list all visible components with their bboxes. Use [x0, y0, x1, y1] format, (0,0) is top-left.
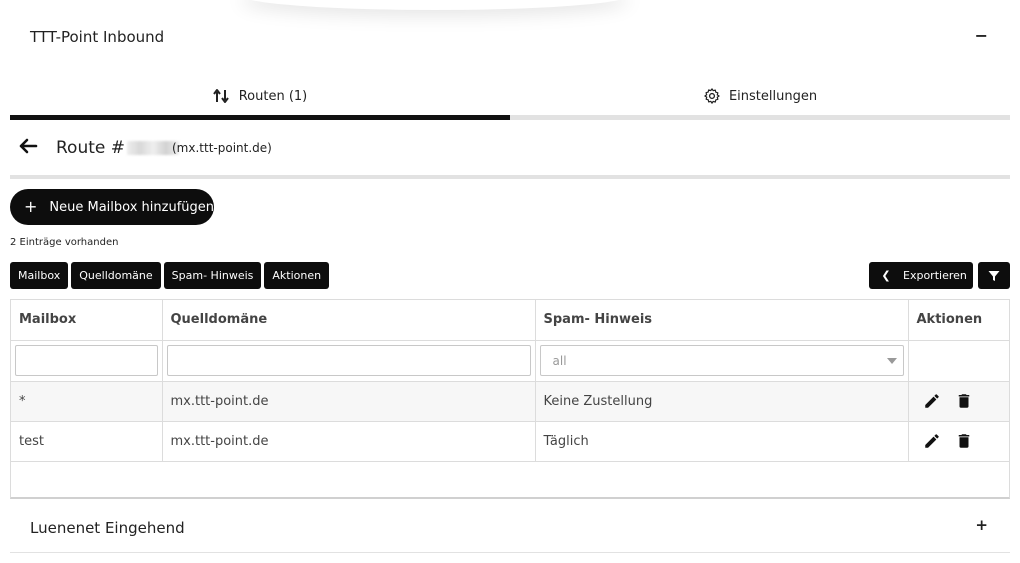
route-header: Route # (mx.ttt-point.de) — [10, 130, 1010, 166]
filter-button[interactable] — [978, 262, 1010, 289]
header-quelldomaene[interactable]: Quelldomäne — [162, 300, 536, 341]
delete-icon[interactable] — [955, 392, 973, 410]
cell-actions — [908, 421, 1009, 462]
plus-icon: + — [24, 197, 38, 216]
cell-spam: Täglich — [535, 421, 909, 462]
column-toggle-spam-hinweis[interactable]: Spam- Hinweis — [163, 262, 262, 289]
route-icon — [212, 89, 229, 103]
collapse-icon[interactable]: − — [975, 26, 988, 45]
tab-einstellungen-label: Einstellungen — [728, 88, 818, 104]
add-mailbox-button[interactable]: + Neue Mailbox hinzufügen — [10, 189, 214, 225]
cell-mailbox: * — [11, 381, 163, 422]
expand-icon[interactable]: + — [975, 516, 988, 534]
divider — [10, 175, 1010, 179]
route-title-label: Route # — [56, 138, 125, 158]
domain-filter-input[interactable] — [166, 345, 531, 376]
header-spam-hinweis[interactable]: Spam- Hinweis — [535, 300, 909, 341]
route-title: Route # — [56, 138, 183, 158]
edit-icon[interactable] — [923, 392, 941, 410]
spam-filter-value: all — [552, 353, 567, 368]
mailbox-table: Mailbox Quelldomäne Spam- Hinweis Aktion… — [10, 299, 1010, 499]
filter-cell — [908, 340, 1009, 382]
mailbox-filter-input[interactable] — [15, 345, 158, 376]
cell-actions — [908, 381, 1009, 422]
panel2-title: Luenenet Eingehend — [30, 519, 185, 537]
route-domain: (mx.ttt-point.de) — [172, 141, 272, 155]
panel-header[interactable]: TTT-Point Inbound − — [10, 0, 1010, 72]
table-row[interactable]: test mx.ttt-point.de Täglich — [11, 421, 1009, 462]
caret-down-icon — [886, 358, 897, 364]
filter-row: all — [11, 340, 1009, 382]
tabs: Routen (1) Einstellungen — [10, 72, 1010, 120]
export-label: Exportieren — [903, 269, 967, 282]
table-row[interactable]: * mx.ttt-point.de Keine Zustellung — [11, 381, 1009, 422]
panel-title: TTT-Point Inbound — [30, 28, 165, 46]
gear-icon — [704, 88, 720, 104]
tab-routen[interactable]: Routen (1) — [10, 72, 510, 120]
tab-routen-label: Routen (1) — [238, 88, 308, 104]
column-toggle-aktionen[interactable]: Aktionen — [264, 262, 330, 289]
table-header-row: Mailbox Quelldomäne Spam- Hinweis Aktion… — [11, 300, 1009, 341]
entry-count: 2 Einträge vorhanden — [10, 237, 119, 248]
cell-spam: Keine Zustellung — [535, 381, 909, 422]
back-arrow-icon[interactable] — [18, 136, 38, 156]
header-mailbox[interactable]: Mailbox — [11, 300, 163, 341]
cell-mailbox: test — [11, 421, 163, 462]
filter-cell: all — [535, 340, 909, 382]
column-toggle-mailbox[interactable]: Mailbox — [10, 262, 69, 289]
chevron-left-icon: ❮ — [881, 269, 891, 282]
tab-einstellungen[interactable]: Einstellungen — [510, 72, 1010, 120]
edit-icon[interactable] — [923, 432, 941, 450]
spam-filter-select[interactable]: all — [539, 345, 904, 376]
header-aktionen: Aktionen — [908, 300, 1009, 341]
cell-domain: mx.ttt-point.de — [162, 421, 536, 462]
column-toggle-group: Mailbox Quelldomäne Spam- Hinweis Aktion… — [10, 262, 330, 289]
active-tab-indicator — [10, 115, 510, 120]
export-button[interactable]: ❮ Exportieren — [869, 262, 973, 289]
filter-cell — [162, 340, 536, 382]
delete-icon[interactable] — [955, 432, 973, 450]
filter-icon — [988, 270, 1000, 281]
add-mailbox-label: Neue Mailbox hinzufügen — [49, 199, 214, 215]
panel-luenenet[interactable]: Luenenet Eingehend + — [10, 499, 1010, 553]
cell-domain: mx.ttt-point.de — [162, 381, 536, 422]
filter-cell — [11, 340, 163, 382]
inactive-tab-indicator — [510, 115, 1010, 120]
column-toggle-quelldomaene[interactable]: Quelldomäne — [71, 262, 161, 289]
